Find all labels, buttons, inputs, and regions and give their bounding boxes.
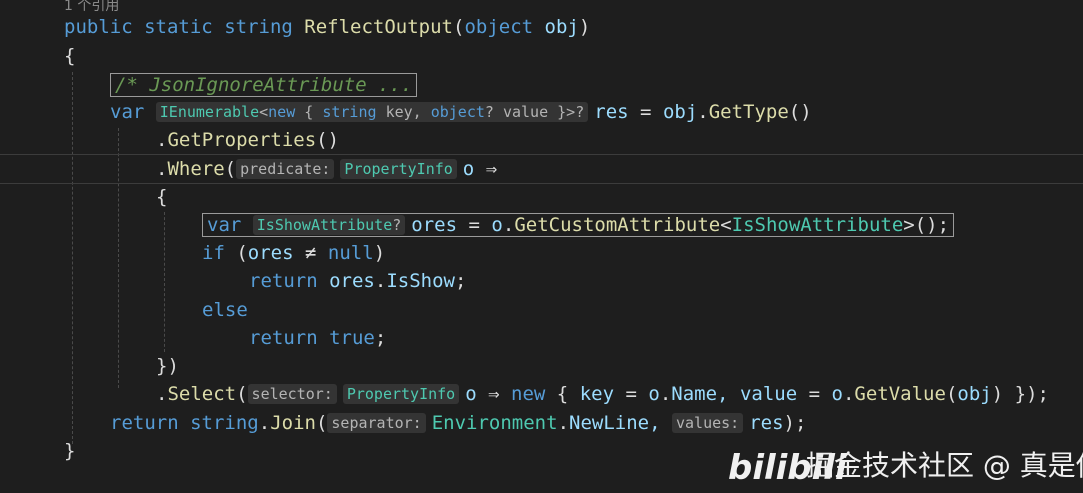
return-isshow-line: return ores.IsShow; [249,270,467,292]
ores-line: var IsShowAttribute? ores = o.GetCustomAt… [202,211,1083,239]
parameter-inlay-hint: selector: [247,384,337,404]
indent-guide [72,72,73,444]
if-line: if (ores ≠ null) [202,242,386,264]
watermark-text: 掘金技术社区 @ 真是他 [806,449,1083,482]
lambda-brace-close: }) [156,355,179,377]
parameter-inlay-hint: predicate: [236,159,335,179]
return-join-line: return string.Join(separator: Environment… [110,412,807,434]
type-inlay-hint: IEnumerable<new { string key, object? va… [155,102,589,122]
where-line-current: .Where(predicate: PropertyInfo o ⇒ [0,154,1083,184]
parameter-inlay-hint: separator: [327,413,426,433]
else-line: else [202,299,248,321]
parameter-inlay-hint: values: [671,413,744,433]
var-res-line: var IEnumerable<new { string key, object… [110,101,812,123]
method-signature-line: public static string ReflectOutput(objec… [64,16,591,38]
return-true-line: return true; [249,327,387,349]
type-inlay-hint: PropertyInfo [340,159,457,179]
type-inlay-hint: IsShowAttribute? [252,215,406,235]
getproperties-line: .GetProperties() [156,129,340,151]
lambda-brace-open: { [156,186,168,208]
collapsed-region[interactable]: /* JsonIgnoreAttribute ... [110,71,1083,99]
select-line: .Select(selector: PropertyInfo o ⇒ new { k… [156,383,1049,405]
indent-guide [164,212,165,352]
type-inlay-hint: PropertyInfo [342,384,460,404]
brace-open-line: { [64,45,76,67]
